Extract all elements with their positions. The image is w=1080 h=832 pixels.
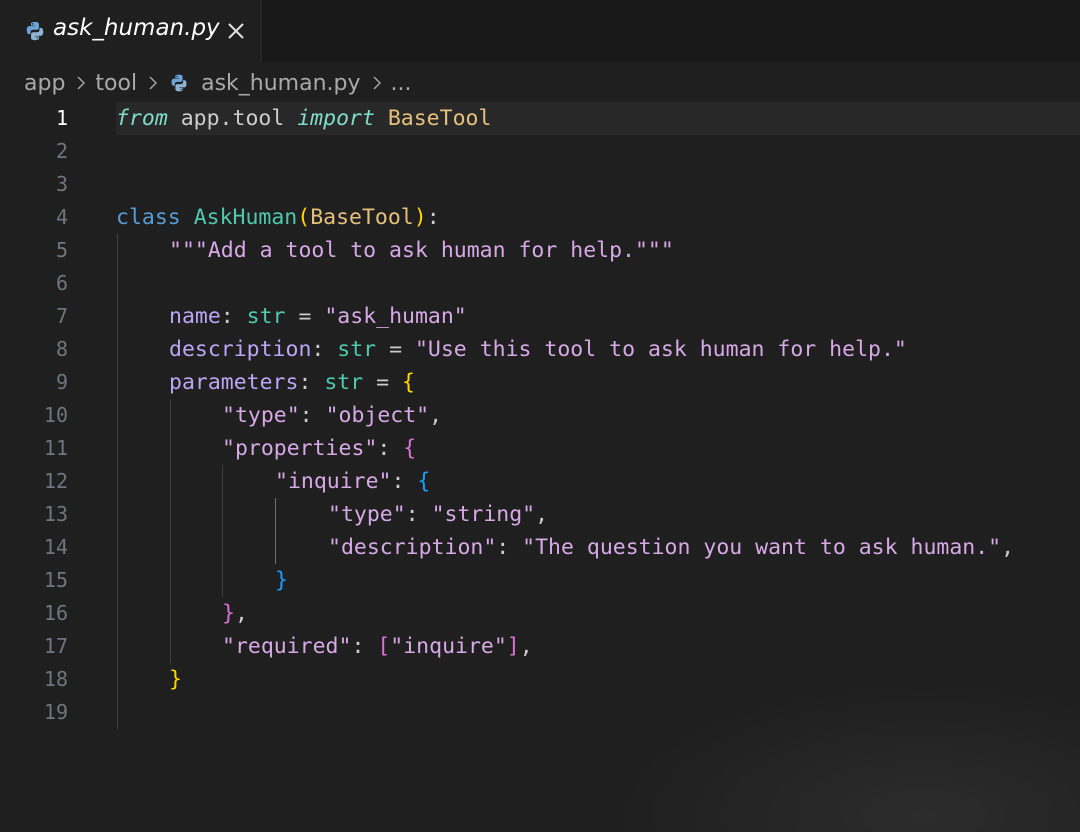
code-text: from app.tool import BaseTool bbox=[116, 106, 492, 131]
code-line[interactable]: 8 description: str = "Use this tool to a… bbox=[0, 333, 1080, 366]
code-text: "properties": { bbox=[222, 436, 417, 461]
code-line[interactable]: 6 bbox=[0, 267, 1080, 300]
code-text: """Add a tool to ask human for help.""" bbox=[169, 238, 674, 263]
line-number: 10 bbox=[43, 403, 68, 427]
line-number: 12 bbox=[43, 469, 68, 493]
code-line[interactable]: 10 "type": "object", bbox=[0, 399, 1080, 432]
code-text: "type": "object", bbox=[222, 403, 443, 428]
code-text: class AskHuman(BaseTool): bbox=[116, 205, 440, 230]
code-text: "inquire": { bbox=[275, 469, 431, 494]
code-line[interactable]: 16 }, bbox=[0, 597, 1080, 630]
line-number: 13 bbox=[43, 502, 68, 526]
code-line[interactable]: 12 "inquire": { bbox=[0, 465, 1080, 498]
code-text: parameters: str = { bbox=[169, 370, 415, 395]
chevron-right-icon bbox=[373, 76, 381, 90]
code-text: "description": "The question you want to… bbox=[328, 535, 1015, 560]
code-line[interactable]: 1 from app.tool import BaseTool bbox=[0, 102, 1080, 135]
code-line[interactable]: 4 class AskHuman(BaseTool): bbox=[0, 201, 1080, 234]
breadcrumb-item-tool[interactable]: tool bbox=[95, 71, 137, 96]
breadcrumb-item-more[interactable]: ... bbox=[391, 71, 412, 96]
line-number: 6 bbox=[55, 271, 68, 295]
code-line[interactable]: 15 } bbox=[0, 564, 1080, 597]
code-editor[interactable]: 1 from app.tool import BaseTool 2 3 4 cl… bbox=[0, 102, 1080, 832]
code-text: }, bbox=[222, 601, 248, 626]
line-number: 17 bbox=[43, 634, 68, 658]
close-icon[interactable] bbox=[224, 19, 248, 43]
line-number: 15 bbox=[43, 568, 68, 592]
code-line[interactable]: 17 "required": ["inquire"], bbox=[0, 630, 1080, 663]
tab-title: ask_human.py bbox=[53, 15, 220, 41]
line-number: 14 bbox=[43, 535, 68, 559]
line-number: 11 bbox=[43, 436, 68, 460]
breadcrumb-item-file[interactable]: ask_human.py bbox=[201, 71, 360, 96]
code-text: } bbox=[169, 667, 182, 692]
code-line[interactable]: 11 "properties": { bbox=[0, 432, 1080, 465]
line-number: 5 bbox=[55, 238, 68, 262]
chevron-right-icon bbox=[77, 76, 86, 90]
python-icon bbox=[26, 21, 44, 41]
python-icon bbox=[171, 74, 187, 92]
code-line[interactable]: 5 """Add a tool to ask human for help.""… bbox=[0, 234, 1080, 267]
line-number: 16 bbox=[43, 601, 68, 625]
code-text: name: str = "ask_human" bbox=[169, 304, 467, 329]
breadcrumb-item-app[interactable]: app bbox=[24, 71, 65, 96]
code-text: } bbox=[275, 568, 288, 593]
tab-ask-human[interactable]: ask_human.py bbox=[0, 0, 262, 62]
line-number: 8 bbox=[55, 337, 68, 361]
code-text: "required": ["inquire"], bbox=[222, 634, 533, 659]
code-line[interactable]: 3 bbox=[0, 168, 1080, 201]
code-text: "type": "string", bbox=[328, 502, 549, 527]
tab-bar: ask_human.py bbox=[0, 0, 1080, 62]
line-number: 9 bbox=[55, 370, 68, 394]
chevron-right-icon bbox=[149, 76, 158, 90]
code-line[interactable]: 2 bbox=[0, 135, 1080, 168]
code-text: description: str = "Use this tool to ask… bbox=[169, 337, 907, 362]
line-number: 1 bbox=[55, 106, 68, 130]
code-line[interactable]: 14 "description": "The question you want… bbox=[0, 531, 1080, 564]
code-line[interactable]: 13 "type": "string", bbox=[0, 498, 1080, 531]
line-number: 19 bbox=[43, 700, 68, 724]
line-number: 7 bbox=[55, 304, 68, 328]
code-line[interactable]: 7 name: str = "ask_human" bbox=[0, 300, 1080, 333]
code-line[interactable]: 18 } bbox=[0, 663, 1080, 696]
line-number: 3 bbox=[55, 172, 68, 196]
line-number: 2 bbox=[55, 139, 68, 163]
breadcrumb: app tool ask_human.py ... bbox=[24, 68, 411, 98]
code-line[interactable]: 9 parameters: str = { bbox=[0, 366, 1080, 399]
line-number: 18 bbox=[43, 667, 68, 691]
line-number: 4 bbox=[55, 205, 68, 229]
code-line[interactable]: 19 bbox=[0, 696, 1080, 729]
